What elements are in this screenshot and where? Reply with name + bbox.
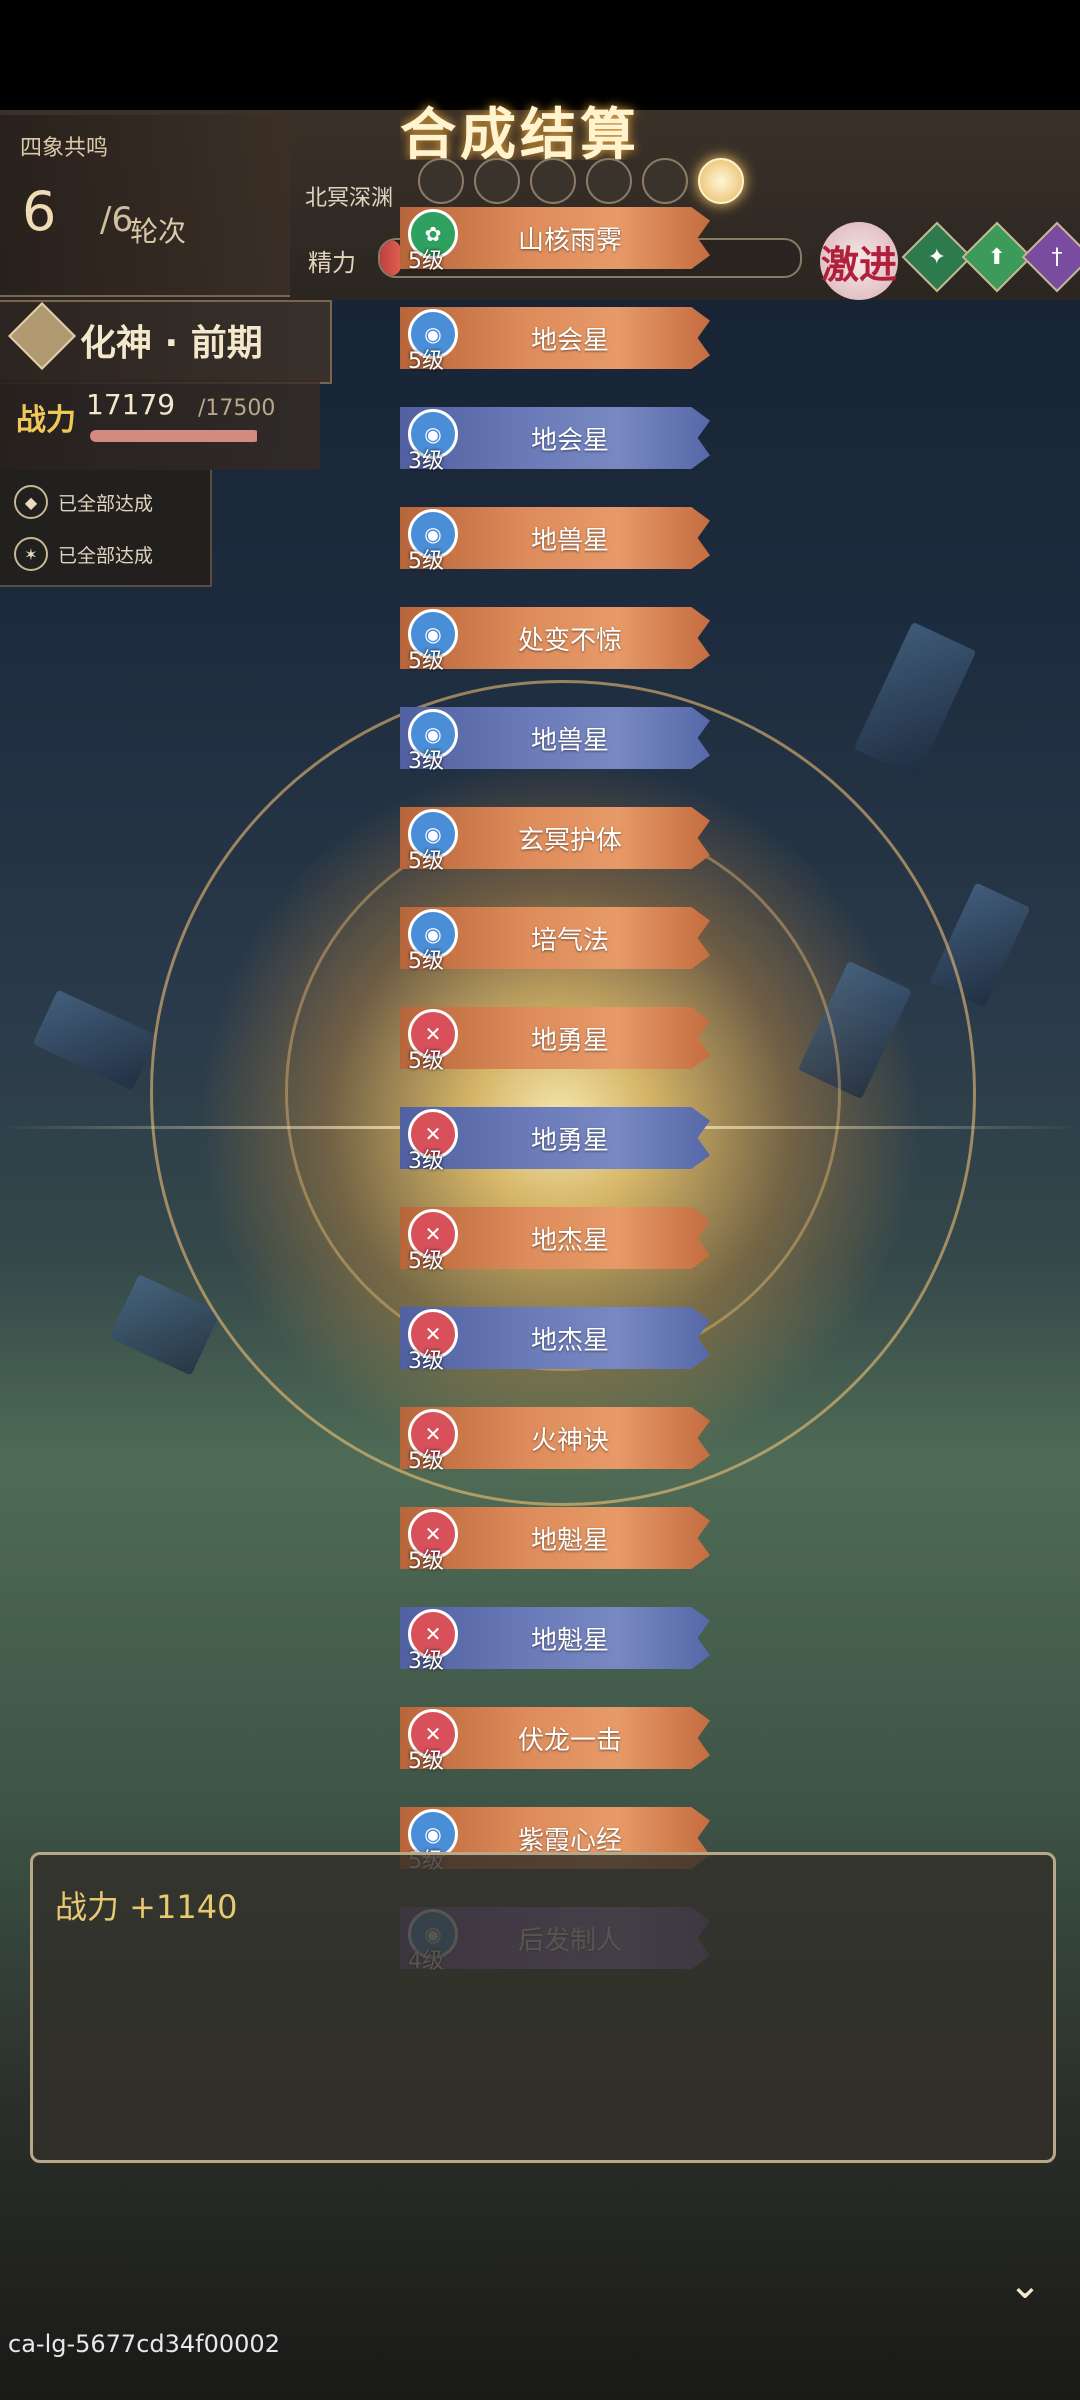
result-name: 地会星 xyxy=(530,326,609,356)
result-item: ◉ 5级 处变不惊 xyxy=(390,605,720,674)
result-level: 5级 xyxy=(408,1749,444,1774)
result-name: 地兽星 xyxy=(530,726,609,756)
result-name: 山核雨霁 xyxy=(517,226,622,256)
result-name: 地勇星 xyxy=(530,1126,609,1156)
achievement-label: 已全部达成 xyxy=(58,544,154,567)
result-item: ◉ 5级 培气法 xyxy=(390,905,720,974)
shield-icon: ◆ xyxy=(14,485,48,519)
result-level: 5级 xyxy=(408,849,444,874)
result-level: 3级 xyxy=(408,449,444,474)
result-level: 5级 xyxy=(408,249,444,274)
crystal-decoration xyxy=(853,621,977,779)
result-level: 5级 xyxy=(408,349,444,374)
result-item: ✕ 5级 伏龙一击 xyxy=(390,1705,720,1774)
golden-halo xyxy=(285,815,841,1371)
result-name: 地杰星 xyxy=(530,1226,609,1256)
location-label: 北冥深渊 xyxy=(305,186,394,211)
result-name: 地魁星 xyxy=(530,1526,609,1556)
result-item: ◉ 5级 地兽星 xyxy=(390,505,720,574)
result-level: 5级 xyxy=(408,1049,444,1074)
result-name: 处变不惊 xyxy=(517,626,622,656)
energy-label: 精力 xyxy=(308,249,356,277)
round-current: 6 xyxy=(22,180,57,243)
spider-icon: ✶ xyxy=(14,537,48,571)
result-item: ◉ 5级 玄冥护体 xyxy=(390,805,720,874)
result-item: ◉ 3级 地会星 xyxy=(390,405,720,474)
power-gain: 战力 +1140 xyxy=(55,1888,238,1926)
round-bead xyxy=(418,158,464,204)
achievement-row[interactable]: ✶ 已全部达成 xyxy=(14,537,153,571)
result-name: 培气法 xyxy=(530,926,609,956)
result-item: ✕ 3级 地魁星 xyxy=(390,1605,720,1674)
result-level: 5级 xyxy=(408,949,444,974)
result-name: 地会星 xyxy=(530,426,609,456)
result-name: 伏龙一击 xyxy=(517,1726,622,1756)
chevron-down-icon[interactable]: ⌄ xyxy=(995,2255,1055,2315)
result-level: 5级 xyxy=(408,549,444,574)
resonance-title: 四象共鸣 xyxy=(20,136,109,161)
achievement-label: 已全部达成 xyxy=(58,492,154,515)
result-level: 5级 xyxy=(408,649,444,674)
stimulate-button[interactable]: 激进 xyxy=(820,222,898,300)
round-bead xyxy=(530,158,576,204)
result-level: 5级 xyxy=(408,1449,444,1474)
round-bead-active xyxy=(698,158,744,204)
achievement-row[interactable]: ◆ 已全部达成 xyxy=(14,485,153,519)
watermark: ca-lg-5677cd34f00002 xyxy=(8,2330,280,2358)
power-bar xyxy=(90,430,260,442)
result-item: ✕ 3级 地勇星 xyxy=(390,1105,720,1174)
round-beads xyxy=(418,158,744,204)
round-total: /6 xyxy=(100,200,134,240)
crystal-decoration xyxy=(32,989,158,1091)
result-name: 地勇星 xyxy=(530,1026,609,1056)
result-item: ✕ 3级 地杰星 xyxy=(390,1305,720,1374)
result-name: 玄冥护体 xyxy=(517,826,622,856)
page-title: 合成结算 xyxy=(400,103,640,160)
result-item: ✕ 5级 火神诀 xyxy=(390,1405,720,1474)
result-level: 3级 xyxy=(408,1149,444,1174)
result-level: 3级 xyxy=(408,1349,444,1374)
result-item: ✕ 5级 地勇星 xyxy=(390,1005,720,1074)
result-level: 3级 xyxy=(408,749,444,774)
power-value: 17179 xyxy=(86,388,176,421)
status-icons: ✦ ⬆ † xyxy=(901,221,1080,293)
result-level: 5级 xyxy=(408,1249,444,1274)
result-name: 地魁星 xyxy=(530,1626,609,1656)
result-name: 火神诀 xyxy=(530,1426,609,1456)
round-label: 轮次 xyxy=(130,215,187,248)
power-max: /17500 xyxy=(198,396,276,421)
result-item: ✕ 5级 地杰星 xyxy=(390,1205,720,1274)
power-label: 战力 xyxy=(16,403,76,438)
result-item: ◉ 3级 地兽星 xyxy=(390,705,720,774)
round-bead xyxy=(474,158,520,204)
round-bead xyxy=(642,158,688,204)
result-level: 5级 xyxy=(408,1549,444,1574)
result-name: 地兽星 xyxy=(530,526,609,556)
result-level: 3级 xyxy=(408,1649,444,1674)
result-item: ✕ 5级 地魁星 xyxy=(390,1505,720,1574)
result-item: ✿ 5级 山核雨霁 xyxy=(390,205,720,274)
sword-icon[interactable]: † xyxy=(1021,221,1080,293)
result-item: ◉ 5级 地会星 xyxy=(390,305,720,374)
realm-text: 化神 · 前期 xyxy=(80,323,263,364)
result-name: 地杰星 xyxy=(530,1326,609,1356)
power-fill xyxy=(90,430,257,442)
round-bead xyxy=(586,158,632,204)
